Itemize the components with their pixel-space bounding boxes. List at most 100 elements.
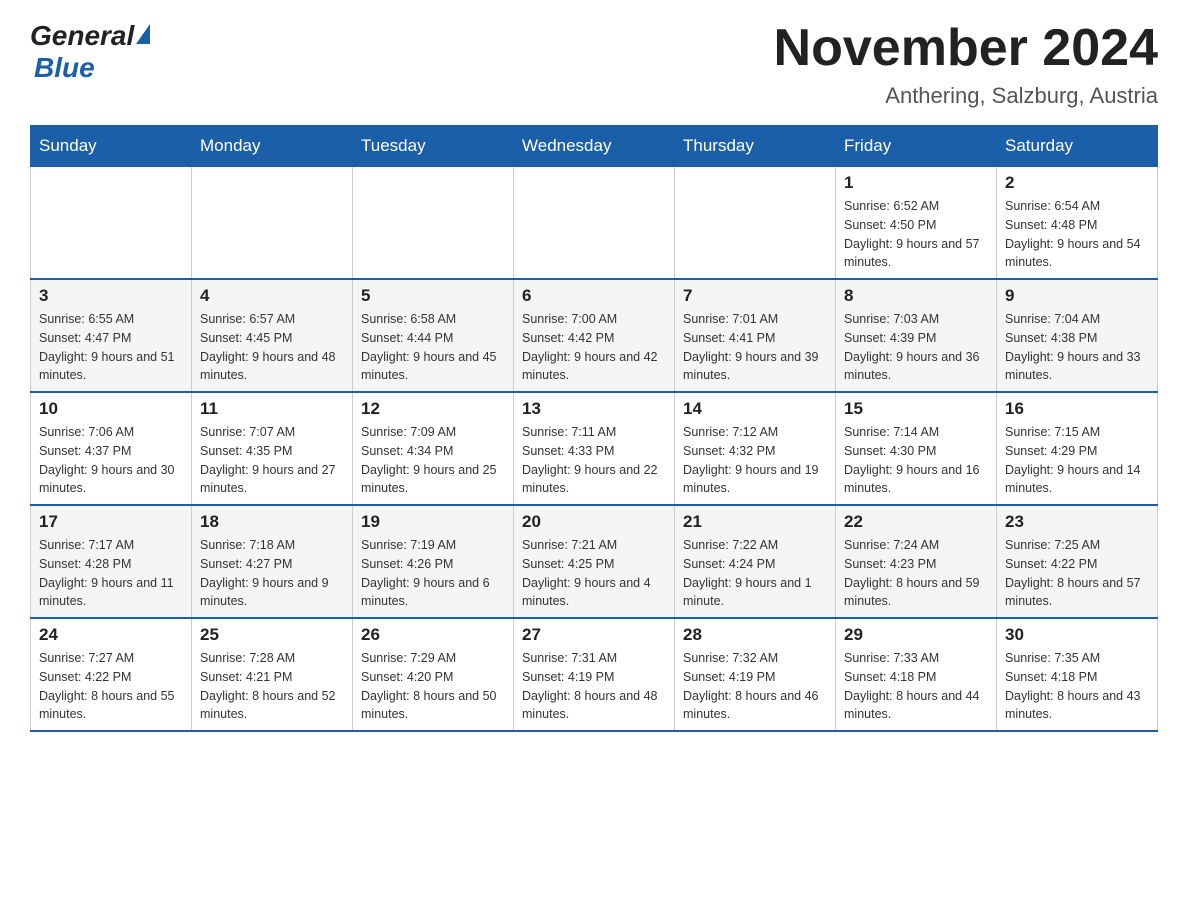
day-info: Sunrise: 7:19 AMSunset: 4:26 PMDaylight:…: [361, 536, 505, 611]
header-friday: Friday: [836, 126, 997, 167]
calendar-cell: 24Sunrise: 7:27 AMSunset: 4:22 PMDayligh…: [31, 618, 192, 731]
header-monday: Monday: [192, 126, 353, 167]
day-number: 13: [522, 399, 666, 419]
day-info: Sunrise: 6:55 AMSunset: 4:47 PMDaylight:…: [39, 310, 183, 385]
day-info: Sunrise: 7:21 AMSunset: 4:25 PMDaylight:…: [522, 536, 666, 611]
calendar-title-block: November 2024 Anthering, Salzburg, Austr…: [774, 20, 1158, 109]
day-number: 4: [200, 286, 344, 306]
day-info: Sunrise: 7:22 AMSunset: 4:24 PMDaylight:…: [683, 536, 827, 611]
day-info: Sunrise: 6:52 AMSunset: 4:50 PMDaylight:…: [844, 197, 988, 272]
day-info: Sunrise: 6:54 AMSunset: 4:48 PMDaylight:…: [1005, 197, 1149, 272]
calendar-cell: 26Sunrise: 7:29 AMSunset: 4:20 PMDayligh…: [353, 618, 514, 731]
calendar-cell: [514, 167, 675, 280]
calendar-cell: 25 Sunrise: 7:28 AMSunset: 4:21 PMDayligh…: [192, 618, 353, 731]
page-header: General Blue November 2024 Anthering, Sa…: [30, 20, 1158, 109]
day-number: 29: [844, 625, 988, 645]
calendar-subtitle: Anthering, Salzburg, Austria: [774, 83, 1158, 109]
day-info: Sunrise: 7:06 AMSunset: 4:37 PMDaylight:…: [39, 423, 183, 498]
day-number: 5: [361, 286, 505, 306]
calendar-cell: 21Sunrise: 7:22 AMSunset: 4:24 PMDayligh…: [675, 505, 836, 618]
calendar-cell: [353, 167, 514, 280]
calendar-cell: 14 Sunrise: 7:12 AMSunset: 4:32 PMDayligh…: [675, 392, 836, 505]
day-number: 19: [361, 512, 505, 532]
day-info: Sunrise: 7:14 AMSunset: 4:30 PMDaylight:…: [844, 423, 988, 498]
calendar-cell: 3 Sunrise: 6:55 AMSunset: 4:47 PMDaylight…: [31, 279, 192, 392]
logo: General Blue: [30, 20, 150, 84]
week-row-3: 10 Sunrise: 7:06 AMSunset: 4:37 PMDayligh…: [31, 392, 1158, 505]
calendar-cell: 15Sunrise: 7:14 AMSunset: 4:30 PMDayligh…: [836, 392, 997, 505]
day-number: 3: [39, 286, 183, 306]
header-wednesday: Wednesday: [514, 126, 675, 167]
day-info: Sunrise: 7:15 AMSunset: 4:29 PMDaylight:…: [1005, 423, 1149, 498]
calendar-cell: 7Sunrise: 7:01 AMSunset: 4:41 PMDaylight…: [675, 279, 836, 392]
day-info: Sunrise: 7:12 AMSunset: 4:32 PMDaylight:…: [683, 423, 827, 498]
week-row-4: 17 Sunrise: 7:17 AMSunset: 4:28 PMDayligh…: [31, 505, 1158, 618]
calendar-cell: 8 Sunrise: 7:03 AMSunset: 4:39 PMDaylight…: [836, 279, 997, 392]
day-number: 27: [522, 625, 666, 645]
calendar-cell: [192, 167, 353, 280]
calendar-cell: [675, 167, 836, 280]
day-info: Sunrise: 7:07 AMSunset: 4:35 PMDaylight:…: [200, 423, 344, 498]
calendar-cell: 22Sunrise: 7:24 AMSunset: 4:23 PMDayligh…: [836, 505, 997, 618]
logo-blue-text: Blue: [34, 52, 95, 84]
logo-triangle-icon: [136, 24, 150, 44]
calendar-cell: 11Sunrise: 7:07 AMSunset: 4:35 PMDayligh…: [192, 392, 353, 505]
calendar-cell: 16 Sunrise: 7:15 AMSunset: 4:29 PMDayligh…: [997, 392, 1158, 505]
calendar-cell: 1 Sunrise: 6:52 AMSunset: 4:50 PMDaylight…: [836, 167, 997, 280]
calendar-cell: 20 Sunrise: 7:21 AMSunset: 4:25 PMDayligh…: [514, 505, 675, 618]
day-info: Sunrise: 6:58 AMSunset: 4:44 PMDaylight:…: [361, 310, 505, 385]
day-info: Sunrise: 7:01 AMSunset: 4:41 PMDaylight:…: [683, 310, 827, 385]
day-number: 25: [200, 625, 344, 645]
day-info: Sunrise: 7:17 AMSunset: 4:28 PMDaylight:…: [39, 536, 183, 611]
week-row-2: 3 Sunrise: 6:55 AMSunset: 4:47 PMDaylight…: [31, 279, 1158, 392]
day-info: Sunrise: 7:24 AMSunset: 4:23 PMDaylight:…: [844, 536, 988, 611]
day-number: 1: [844, 173, 988, 193]
calendar-cell: 6Sunrise: 7:00 AMSunset: 4:42 PMDaylight…: [514, 279, 675, 392]
calendar-cell: 12 Sunrise: 7:09 AMSunset: 4:34 PMDayligh…: [353, 392, 514, 505]
day-info: Sunrise: 7:27 AMSunset: 4:22 PMDaylight:…: [39, 649, 183, 724]
calendar-cell: 4 Sunrise: 6:57 AMSunset: 4:45 PMDaylight…: [192, 279, 353, 392]
day-number: 23: [1005, 512, 1149, 532]
day-info: Sunrise: 7:18 AMSunset: 4:27 PMDaylight:…: [200, 536, 344, 611]
calendar-table: Sunday Monday Tuesday Wednesday Thursday…: [30, 125, 1158, 732]
calendar-cell: 9Sunrise: 7:04 AMSunset: 4:38 PMDaylight…: [997, 279, 1158, 392]
day-info: Sunrise: 7:28 AMSunset: 4:21 PMDaylight:…: [200, 649, 344, 724]
calendar-cell: 13 Sunrise: 7:11 AMSunset: 4:33 PMDayligh…: [514, 392, 675, 505]
day-number: 18: [200, 512, 344, 532]
day-number: 6: [522, 286, 666, 306]
day-number: 10: [39, 399, 183, 419]
week-row-1: 1 Sunrise: 6:52 AMSunset: 4:50 PMDaylight…: [31, 167, 1158, 280]
day-info: Sunrise: 7:35 AMSunset: 4:18 PMDaylight:…: [1005, 649, 1149, 724]
day-number: 26: [361, 625, 505, 645]
calendar-cell: 28 Sunrise: 7:32 AMSunset: 4:19 PMDayligh…: [675, 618, 836, 731]
day-number: 9: [1005, 286, 1149, 306]
calendar-title: November 2024: [774, 20, 1158, 77]
calendar-cell: 5 Sunrise: 6:58 AMSunset: 4:44 PMDaylight…: [353, 279, 514, 392]
logo-general-text: General: [30, 20, 134, 52]
day-number: 12: [361, 399, 505, 419]
day-info: Sunrise: 7:11 AMSunset: 4:33 PMDaylight:…: [522, 423, 666, 498]
calendar-cell: 17 Sunrise: 7:17 AMSunset: 4:28 PMDayligh…: [31, 505, 192, 618]
calendar-cell: 19 Sunrise: 7:19 AMSunset: 4:26 PMDayligh…: [353, 505, 514, 618]
day-number: 14: [683, 399, 827, 419]
weekday-header-row: Sunday Monday Tuesday Wednesday Thursday…: [31, 126, 1158, 167]
header-saturday: Saturday: [997, 126, 1158, 167]
day-info: Sunrise: 6:57 AMSunset: 4:45 PMDaylight:…: [200, 310, 344, 385]
week-row-5: 24Sunrise: 7:27 AMSunset: 4:22 PMDayligh…: [31, 618, 1158, 731]
calendar-cell: 23Sunrise: 7:25 AMSunset: 4:22 PMDayligh…: [997, 505, 1158, 618]
calendar-cell: 2Sunrise: 6:54 AMSunset: 4:48 PMDaylight…: [997, 167, 1158, 280]
day-number: 20: [522, 512, 666, 532]
calendar-cell: 29Sunrise: 7:33 AMSunset: 4:18 PMDayligh…: [836, 618, 997, 731]
day-info: Sunrise: 7:03 AMSunset: 4:39 PMDaylight:…: [844, 310, 988, 385]
day-info: Sunrise: 7:32 AMSunset: 4:19 PMDaylight:…: [683, 649, 827, 724]
calendar-cell: 30 Sunrise: 7:35 AMSunset: 4:18 PMDayligh…: [997, 618, 1158, 731]
calendar-cell: 18 Sunrise: 7:18 AMSunset: 4:27 PMDayligh…: [192, 505, 353, 618]
day-number: 30: [1005, 625, 1149, 645]
header-thursday: Thursday: [675, 126, 836, 167]
day-info: Sunrise: 7:09 AMSunset: 4:34 PMDaylight:…: [361, 423, 505, 498]
day-number: 17: [39, 512, 183, 532]
day-number: 8: [844, 286, 988, 306]
calendar-cell: 10 Sunrise: 7:06 AMSunset: 4:37 PMDayligh…: [31, 392, 192, 505]
day-number: 28: [683, 625, 827, 645]
day-number: 16: [1005, 399, 1149, 419]
